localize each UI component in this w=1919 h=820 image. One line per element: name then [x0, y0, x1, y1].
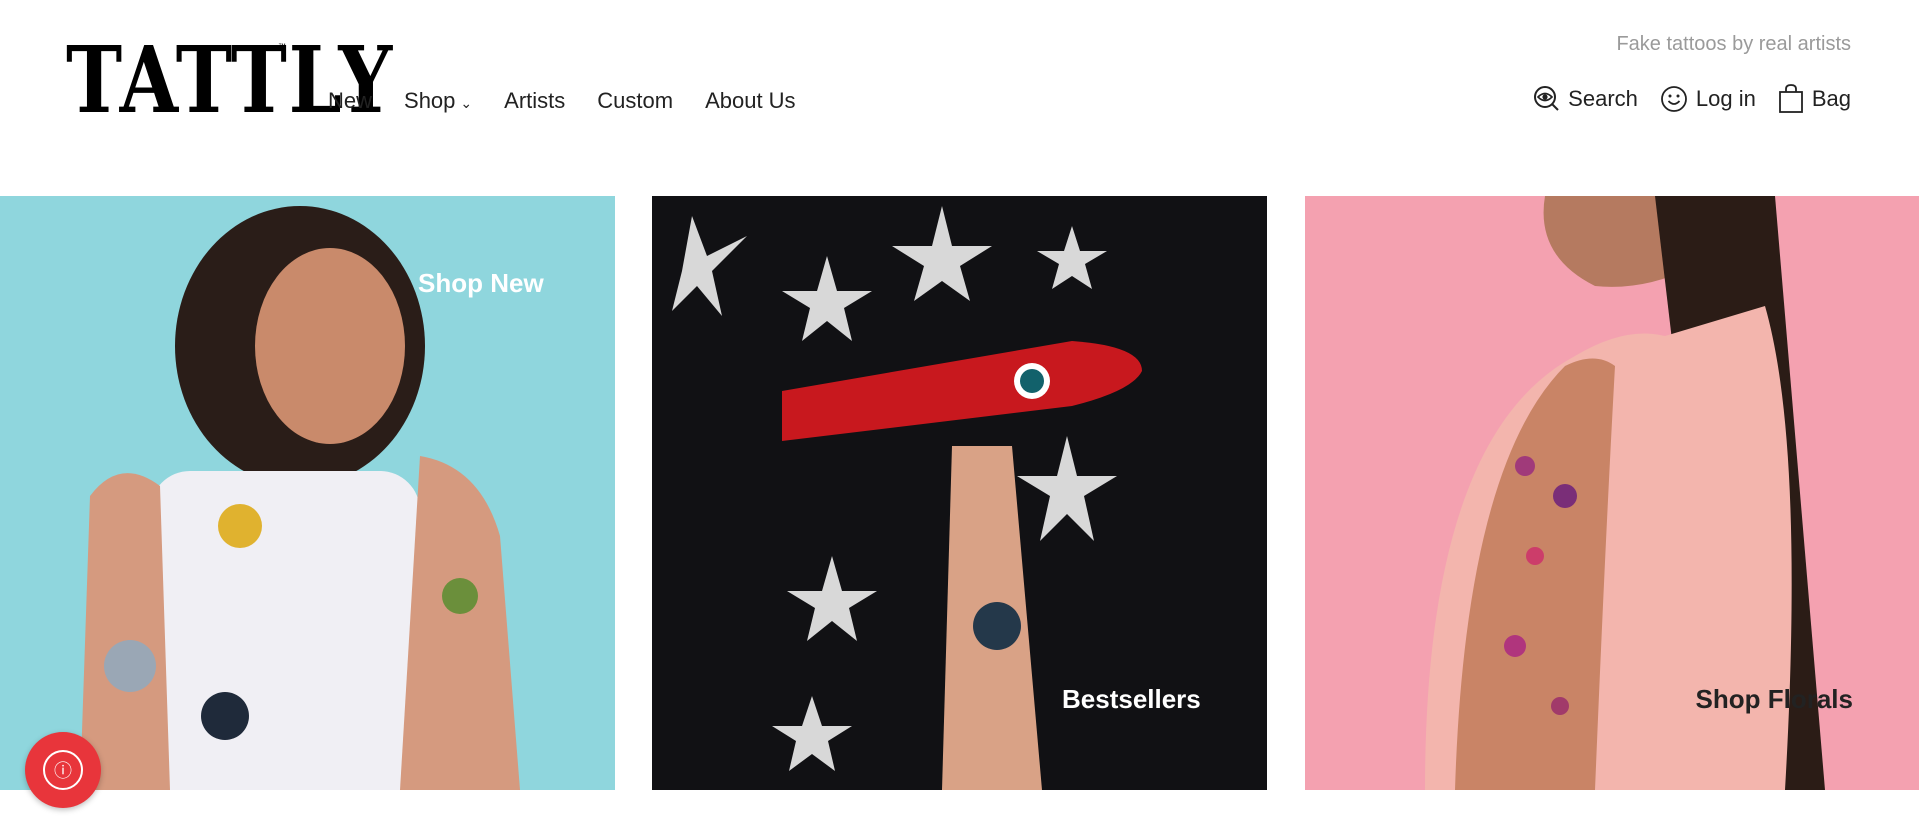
page: TATTLY ™ New Shop ⌄ Artists Custom About…	[0, 0, 1919, 820]
bag-label: Bag	[1811, 86, 1851, 111]
promo-panel-shop-new[interactable]: Shop New	[0, 196, 615, 790]
login-label: Log in	[1695, 86, 1756, 111]
rewards-button[interactable]: ⓘ	[25, 732, 101, 808]
nav-item-label: Shop	[404, 88, 456, 113]
nav-item-new[interactable]: New	[328, 88, 372, 114]
chevron-down-icon: ⌄	[460, 94, 473, 111]
nav-item-label: New	[328, 88, 373, 113]
nav-item-label: About Us	[705, 88, 796, 113]
login-button[interactable]: Log in	[1660, 85, 1756, 113]
panel-label[interactable]: Shop Florals	[1696, 684, 1853, 715]
bag-icon	[1778, 84, 1803, 113]
search-label: Search	[1568, 86, 1638, 111]
promo-panel-shop-florals[interactable]: Shop Florals	[1305, 196, 1919, 790]
tagline: Fake tattoos by real artists	[1616, 33, 1851, 55]
smiley-icon	[1660, 86, 1687, 112]
nav-item-shop[interactable]: Shop ⌄	[404, 88, 472, 114]
panel-label[interactable]: Bestsellers	[1062, 684, 1201, 715]
search-button[interactable]: Search	[1532, 85, 1638, 113]
main-nav: New Shop ⌄ Artists Custom About Us	[328, 88, 828, 114]
promo-panel-bestsellers[interactable]: Bestsellers	[652, 196, 1267, 790]
utility-nav: Search Log in Bag	[1510, 84, 1851, 114]
trademark-mark: ™	[278, 42, 286, 51]
bag-button[interactable]: Bag	[1778, 84, 1851, 114]
nav-item-custom[interactable]: Custom	[597, 88, 673, 114]
rewards-icon: ⓘ	[43, 750, 83, 790]
nav-item-artists[interactable]: Artists	[504, 88, 565, 114]
eye-search-icon	[1534, 86, 1559, 111]
site-header: TATTLY ™ New Shop ⌄ Artists Custom About…	[0, 0, 1919, 196]
nav-item-label: Custom	[597, 88, 674, 113]
panel-label[interactable]: Shop New	[418, 268, 544, 299]
nav-item-label: Artists	[504, 88, 566, 113]
nav-item-about-us[interactable]: About Us	[705, 88, 796, 114]
